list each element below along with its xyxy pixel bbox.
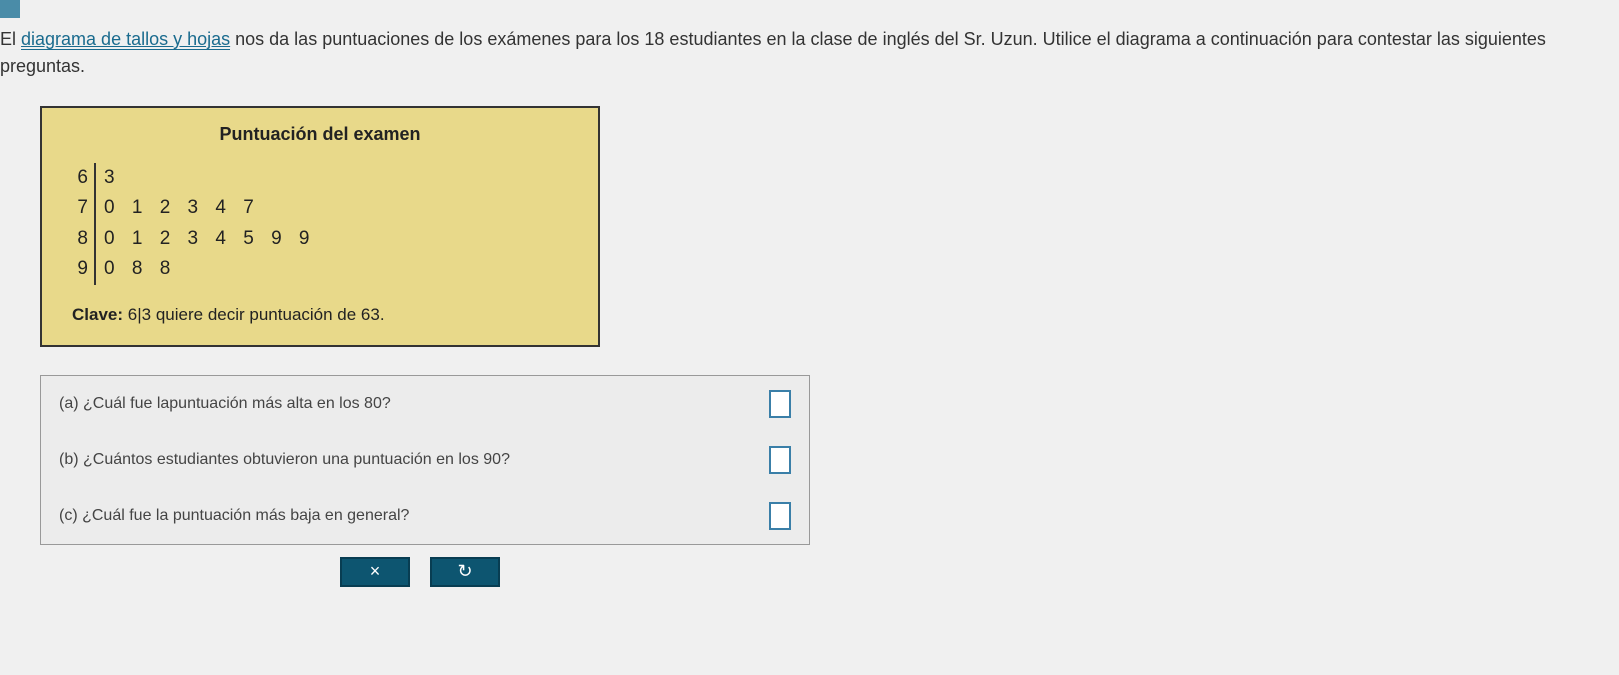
clave: Clave: 6|3 quiere decir puntuación de 63…: [72, 305, 578, 325]
question-a-text: (a) ¿Cuál fue lapuntuación más alta en l…: [59, 395, 391, 413]
answer-row-a: (a) ¿Cuál fue lapuntuación más alta en l…: [41, 376, 809, 432]
stem-leaf-row: 6 3: [72, 163, 578, 193]
stem-leaf-title: Puntuación del examen: [62, 124, 578, 145]
leaves: 0 8 8: [96, 254, 176, 284]
question-suffix: nos da las puntuaciones de los exámenes …: [0, 29, 1546, 76]
clave-label: Clave:: [72, 305, 123, 324]
clave-stem: 6: [128, 305, 137, 324]
stem: 8: [72, 224, 96, 254]
question-b-text: (b) ¿Cuántos estudiantes obtuvieron una …: [59, 451, 510, 469]
refresh-icon: ↻: [457, 561, 472, 582]
answer-b-input[interactable]: [769, 446, 791, 474]
answer-c-input[interactable]: [769, 502, 791, 530]
close-icon: ×: [370, 561, 381, 582]
answer-row-c: (c) ¿Cuál fue la puntuación más baja en …: [41, 488, 809, 544]
leaves: 0 1 2 3 4 7: [96, 193, 260, 223]
prev-button[interactable]: ×: [340, 557, 410, 587]
answer-row-b: (b) ¿Cuántos estudiantes obtuvieron una …: [41, 432, 809, 488]
answer-box: (a) ¿Cuál fue lapuntuación más alta en l…: [40, 375, 810, 545]
stem-leaf-box: Puntuación del examen 6 3 7 0 1 2 3 4 7 …: [40, 106, 600, 347]
leaves: 3: [96, 163, 121, 193]
stem: 6: [72, 163, 96, 193]
stem: 7: [72, 193, 96, 223]
stem-leaf-row: 9 0 8 8: [72, 254, 578, 284]
clave-text: quiere decir puntuación de 63.: [151, 305, 384, 324]
stem-leaf-link[interactable]: diagrama de tallos y hojas: [21, 29, 230, 50]
stem: 9: [72, 254, 96, 284]
stem-leaf-row: 8 0 1 2 3 4 5 9 9: [72, 224, 578, 254]
stem-leaf-table: 6 3 7 0 1 2 3 4 7 8 0 1 2 3 4 5 9 9 9 0 …: [72, 163, 578, 285]
question-text: El diagrama de tallos y hojas nos da las…: [0, 26, 1619, 96]
question-prefix: El: [0, 29, 21, 49]
answer-a-input[interactable]: [769, 390, 791, 418]
content-area: El diagrama de tallos y hojas nos da las…: [0, 18, 1619, 587]
question-c-text: (c) ¿Cuál fue la puntuación más baja en …: [59, 507, 409, 525]
stem-leaf-row: 7 0 1 2 3 4 7: [72, 193, 578, 223]
top-tab: [0, 0, 20, 18]
clave-leaf: 3: [142, 305, 151, 324]
leaves: 0 1 2 3 4 5 9 9: [96, 224, 316, 254]
button-row: × ↻: [340, 557, 1619, 587]
next-button[interactable]: ↻: [430, 557, 500, 587]
